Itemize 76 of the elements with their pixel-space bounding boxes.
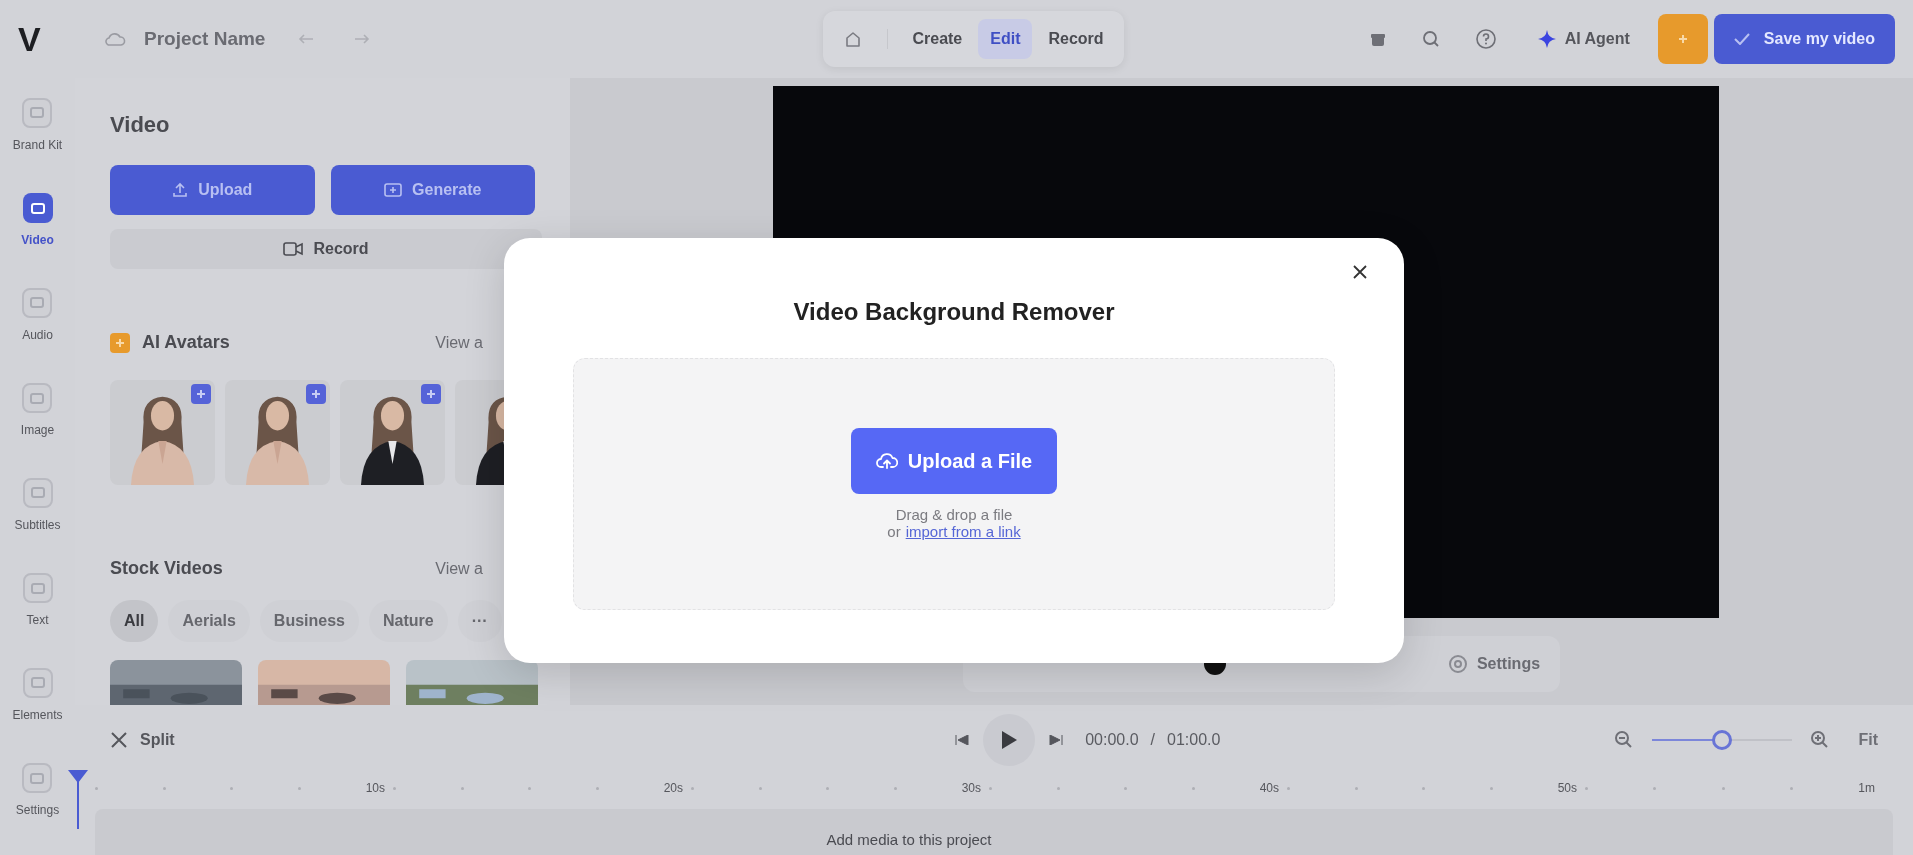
close-icon [1353, 265, 1367, 279]
rail-item[interactable]: Brand Kit [12, 98, 63, 163]
or-label: or [887, 523, 901, 540]
section-title: Stock Videos [110, 557, 223, 580]
logo[interactable]: V [18, 13, 58, 65]
mode-tab[interactable]: Record [1036, 19, 1116, 59]
generate-icon [384, 182, 403, 198]
current-time: 00:00.0 [1085, 730, 1139, 750]
skip-back-icon[interactable] [955, 735, 970, 745]
drop-hint: Drag & drop a file [895, 506, 1013, 523]
rail-icon [22, 763, 53, 793]
view-all-link[interactable]: View a [435, 330, 483, 355]
view-all-link[interactable]: View a [435, 556, 483, 581]
avatar-badge-icon [110, 332, 130, 353]
section-title: AI Avatars [142, 331, 230, 354]
rail-icon [22, 573, 53, 603]
save-button[interactable]: Save my video [1713, 14, 1895, 64]
mode-tab[interactable]: Edit [978, 19, 1033, 59]
mode-tab[interactable]: Create [900, 19, 975, 59]
upload-button[interactable]: Upload [110, 165, 315, 215]
plus-icon [1677, 34, 1688, 44]
import-link[interactable]: import from a link [905, 523, 1021, 540]
cloud-upload-icon [875, 452, 898, 470]
timeline-track[interactable]: Add media to this project [95, 809, 1893, 855]
upload-icon [172, 182, 189, 198]
search-icon[interactable] [1420, 29, 1441, 49]
rail-item[interactable]: Image [20, 383, 55, 448]
rail-icon [22, 288, 53, 318]
settings-icon[interactable] [1446, 653, 1469, 675]
rail-icon [22, 668, 53, 698]
drop-zone[interactable]: Upload a File Drag & drop a file or import from a link [573, 358, 1335, 610]
rail-icon [22, 98, 53, 128]
filter-chip[interactable]: Aerials [168, 600, 250, 642]
tick-label: 20s [663, 780, 683, 797]
rail-item[interactable]: Audio [22, 288, 53, 353]
filter-chip[interactable]: All [110, 600, 159, 642]
record-button[interactable]: Record [110, 229, 542, 269]
rail-item[interactable]: Elements [12, 668, 63, 733]
upload-file-button[interactable]: Upload a File [851, 428, 1057, 494]
fit-button[interactable]: Fit [1858, 728, 1878, 752]
rail-item[interactable]: Video [21, 193, 54, 258]
generate-button[interactable]: Generate [330, 165, 535, 215]
total-time: 01:00.0 [1167, 730, 1221, 750]
filter-chip[interactable]: ··· [457, 600, 502, 642]
rail-icon [22, 193, 53, 223]
filter-chip[interactable]: Nature [368, 600, 448, 642]
settings-label[interactable]: Settings [1476, 652, 1541, 676]
plus-badge-icon [191, 384, 211, 404]
tick-label: 10s [365, 780, 385, 797]
zoom-slider[interactable] [1652, 730, 1793, 750]
rail-icon [22, 383, 53, 413]
help-icon[interactable] [1474, 28, 1497, 50]
rail-item[interactable]: Text [22, 573, 53, 638]
rail-item[interactable]: Subtitles [14, 478, 61, 543]
track-hint: Add media to this project [826, 830, 992, 850]
ai-agent-button[interactable]: AI Agent [1536, 27, 1630, 51]
cloud-icon [104, 31, 126, 47]
play-icon [1000, 730, 1019, 750]
filter-chip[interactable]: Business [259, 600, 359, 642]
tick-label: 50s [1557, 780, 1577, 797]
panel-title: Video [110, 111, 171, 139]
tick-label: 30s [961, 780, 981, 797]
rail-item[interactable]: Settings [15, 763, 60, 828]
playhead-icon[interactable] [67, 769, 89, 829]
tick-label: 40s [1259, 780, 1279, 797]
skip-forward-icon[interactable] [1049, 735, 1064, 745]
split-button[interactable]: Split [140, 728, 175, 752]
time-separator: / [1150, 730, 1156, 750]
project-name[interactable]: Project Name [144, 24, 266, 54]
rail-icon [22, 478, 53, 508]
tick-label: 1m [1858, 780, 1875, 797]
dialog-title: Video Background Remover [793, 297, 1115, 327]
check-icon [1733, 33, 1750, 45]
plus-badge-icon [306, 384, 326, 404]
camera-icon [283, 242, 304, 256]
plus-badge-icon [421, 384, 441, 404]
